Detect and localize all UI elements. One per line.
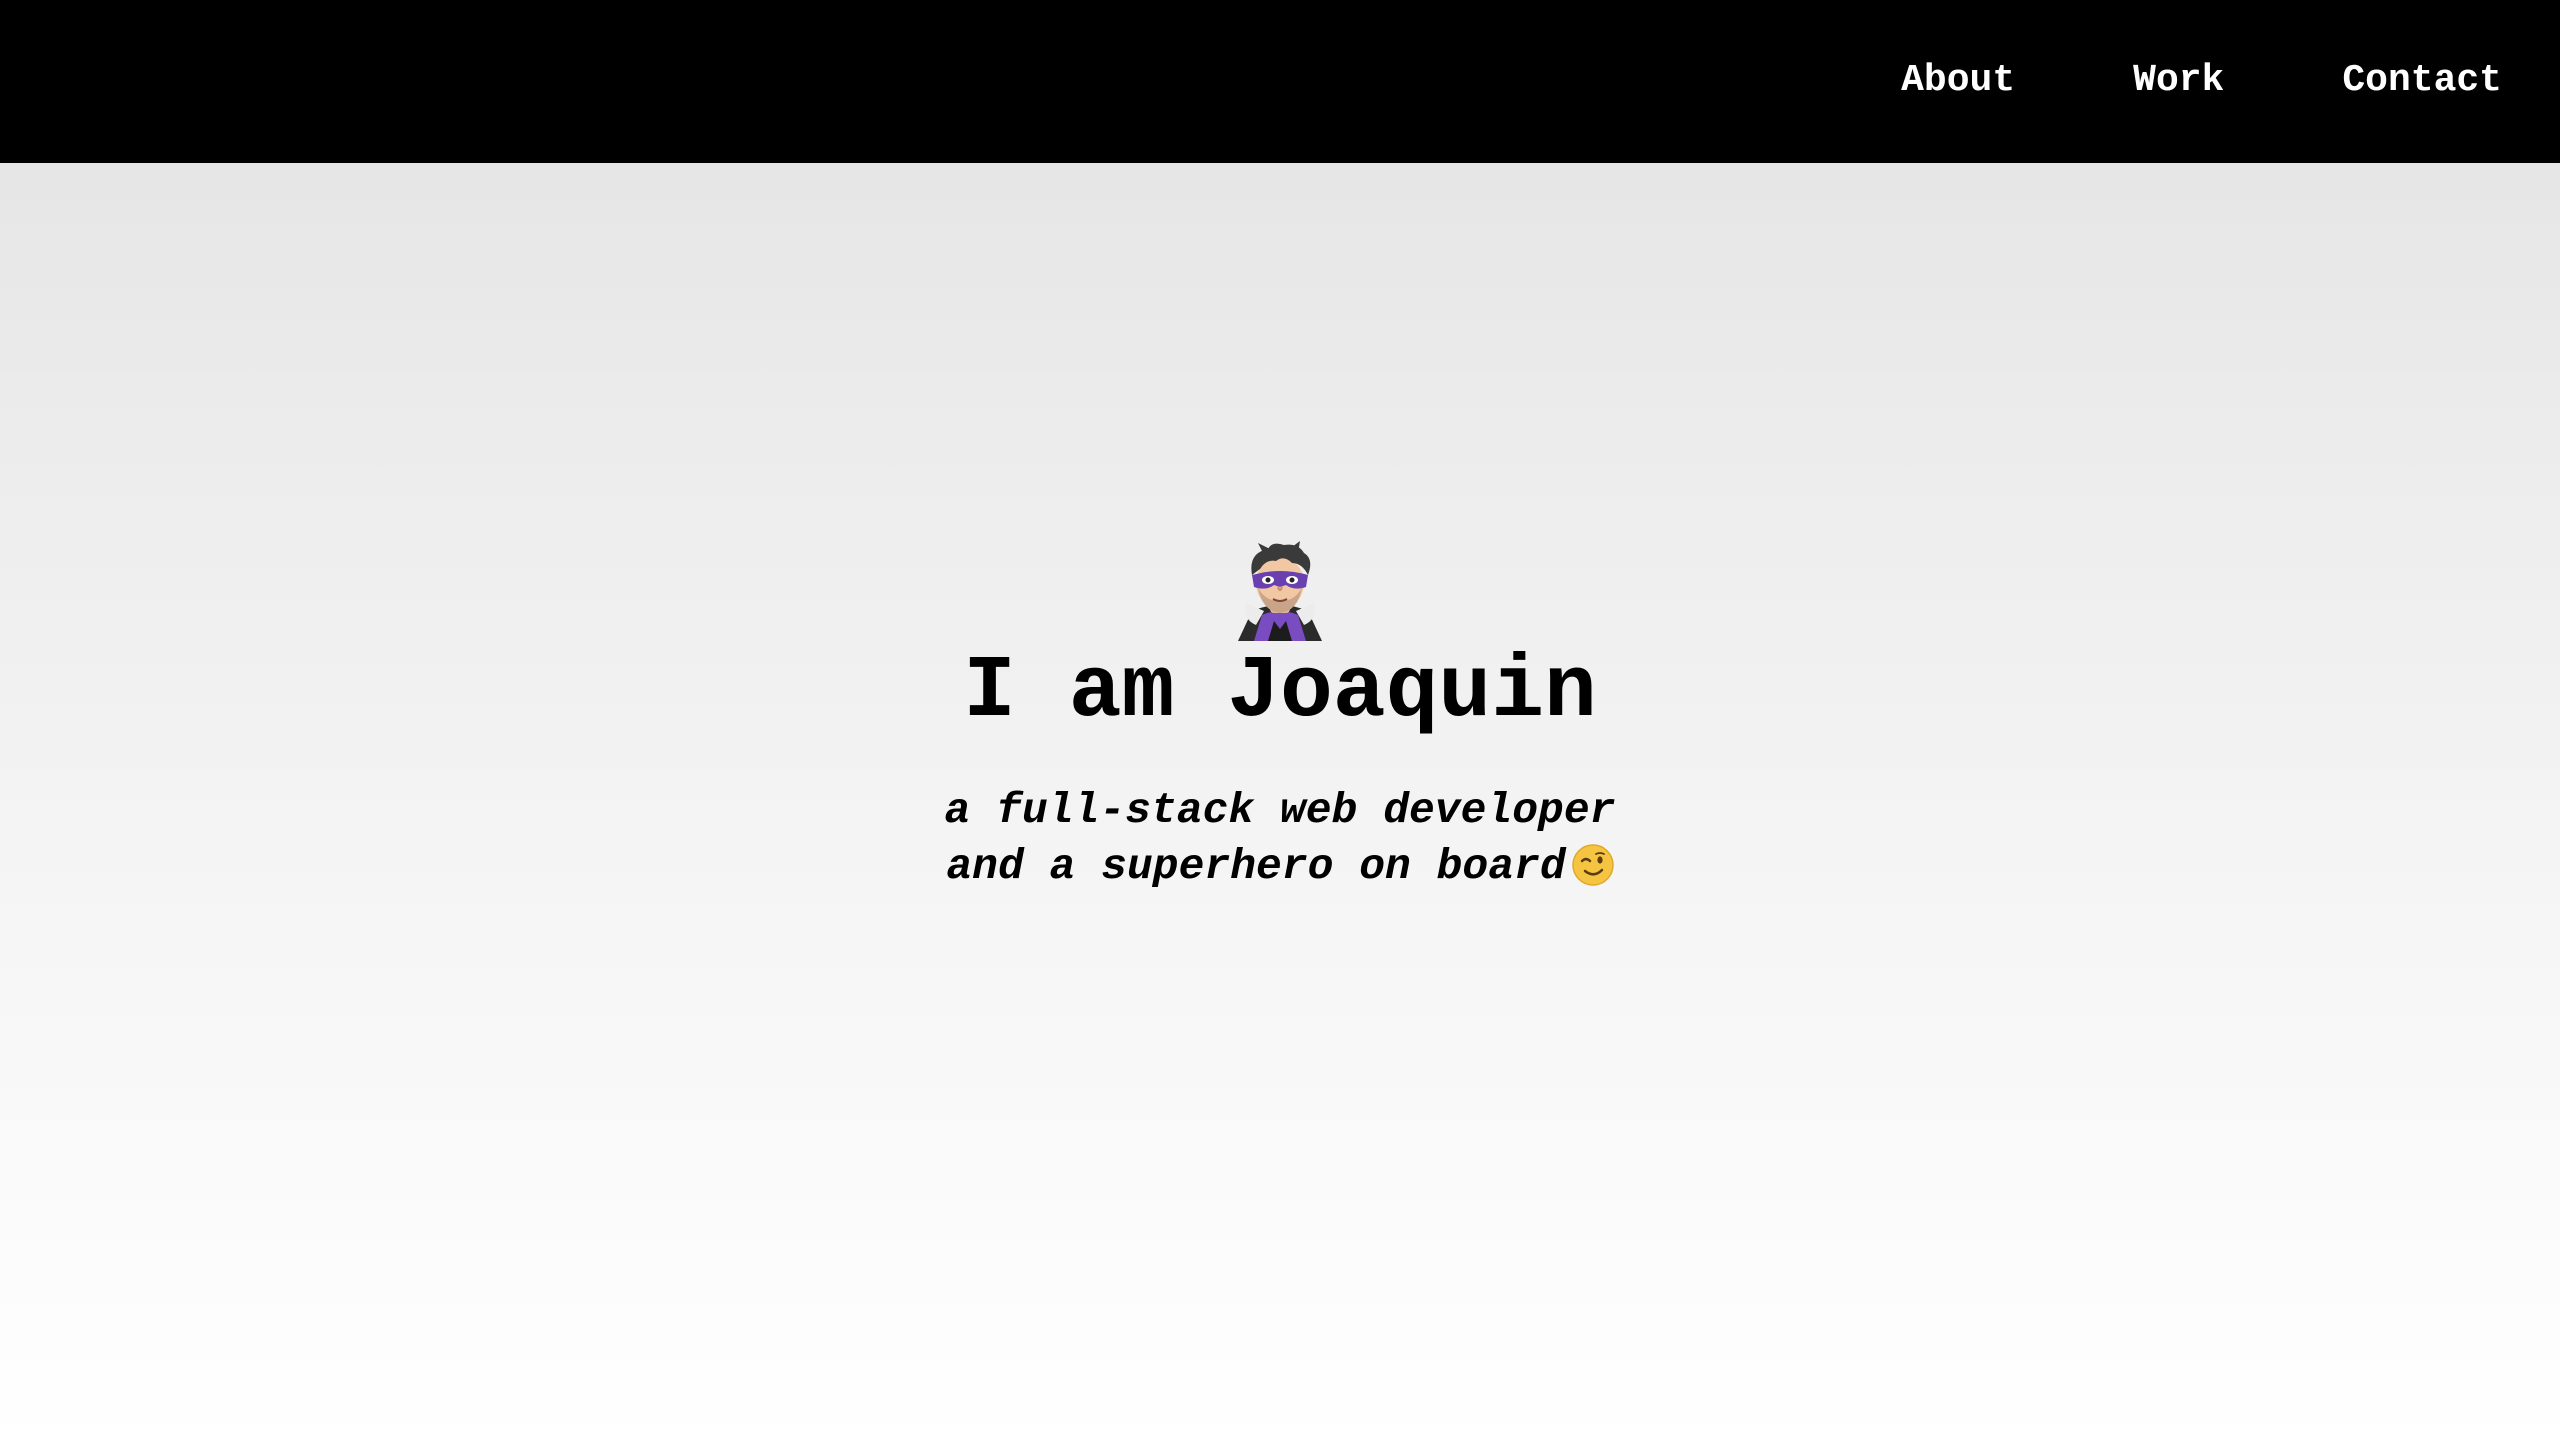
nav-link-contact[interactable]: Contact <box>2342 59 2502 102</box>
nav-link-work[interactable]: Work <box>2133 59 2224 102</box>
hero-subtitle-line-1: a full-stack web developer <box>944 786 1616 835</box>
winking-face-icon <box>1571 844 1614 886</box>
superhero-icon <box>1232 541 1328 641</box>
hero-section: I am Joaquin a full-stack web developer … <box>0 163 2560 1448</box>
nav-link-about[interactable]: About <box>1901 59 2015 102</box>
nav-links: About Work Contact <box>1901 0 2502 160</box>
navbar: About Work Contact <box>0 0 2560 163</box>
hero-subtitle-line-2-text: and a superhero on board <box>946 842 1566 891</box>
hero-title: I am Joaquin <box>963 643 1597 742</box>
hero-subtitle-line-2: and a superhero on board <box>0 839 2560 895</box>
hero-subtitle: a full-stack web developer and a superhe… <box>0 783 2560 895</box>
